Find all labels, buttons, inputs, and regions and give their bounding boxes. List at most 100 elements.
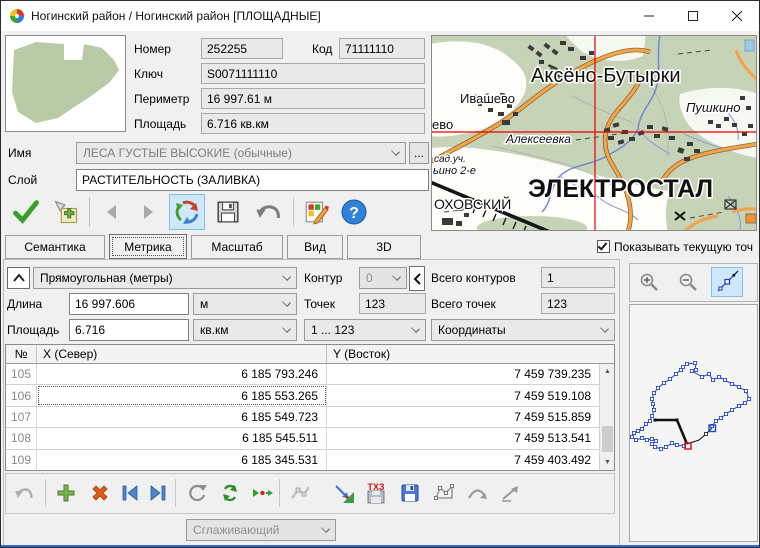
focused-cell[interactable]: 6 185 553.265 <box>37 385 327 405</box>
tochek-label: Точек <box>304 297 335 311</box>
smoothing-combobox[interactable]: Сглаживающий <box>186 519 336 541</box>
dlina-input[interactable]: 16 997.606 <box>69 293 189 315</box>
col-num[interactable]: № <box>6 345 37 363</box>
layer-field[interactable]: РАСТИТЕЛЬНОСТЬ (ЗАЛИВКА) <box>76 169 429 191</box>
table-scrollbar[interactable]: ▲ ▼ <box>599 364 614 470</box>
help-button[interactable]: ? <box>337 195 371 229</box>
browse-classifier-button[interactable]: ... <box>409 142 429 164</box>
tab-vid[interactable]: Вид <box>287 235 343 259</box>
dlina-unit-combobox[interactable]: м <box>193 293 297 315</box>
table-row[interactable]: 109 6 185 345.531 7 459 403.492 <box>6 450 599 470</box>
chevron-down-icon <box>392 272 401 281</box>
txz-label: ТХЗ <box>367 482 384 492</box>
next-object-button[interactable] <box>131 195 165 229</box>
undo-point-button[interactable] <box>11 480 37 506</box>
perimetr-field: 16 997.61 м <box>201 88 425 109</box>
refresh-metrics-button[interactable] <box>169 194 205 230</box>
zoom-in-button[interactable] <box>635 268 663 296</box>
kod-field: 71111110 <box>339 38 425 59</box>
total-points-field: 123 <box>541 293 615 314</box>
txz-save-button[interactable]: ТХЗ <box>363 480 389 506</box>
ploshchad-field: 6.716 кв.км <box>201 113 425 134</box>
tab-semantika[interactable]: Семантика <box>5 235 105 259</box>
titlebar: Ногинский район / Ногинский район [ПЛОЩА… <box>1 1 759 31</box>
polygon-nodes-button[interactable] <box>431 480 457 506</box>
continue-digitize-button[interactable] <box>249 480 275 506</box>
scroll-down-icon[interactable]: ▼ <box>600 455 615 470</box>
kontur-label: Контур <box>304 271 342 285</box>
first-point-button[interactable] <box>117 480 143 506</box>
collapse-panel-button[interactable] <box>7 267 30 289</box>
object-name-value: ЛЕСА ГУСТЫЕ ВЫСОКИЕ (обычные) <box>83 146 292 160</box>
edit-style-button[interactable] <box>299 195 333 229</box>
col-x[interactable]: X (Север) <box>37 345 327 363</box>
confirm-button[interactable] <box>9 195 43 229</box>
tab-metrika[interactable]: Метрика <box>109 234 187 259</box>
total-contours-label: Всего контуров <box>431 271 516 285</box>
reverse-direction-button[interactable] <box>217 480 243 506</box>
kontur-combobox[interactable]: 0 <box>359 267 407 289</box>
chevron-down-icon <box>282 324 291 333</box>
table-header: № X (Север) Y (Восток) <box>6 345 614 364</box>
map-label-akseno-butyrki: Аксёно-Бутырки <box>531 65 681 87</box>
save-points-button[interactable] <box>397 480 423 506</box>
area-label: Площадь <box>7 323 59 337</box>
create-object-button[interactable] <box>49 195 83 229</box>
map-label-alekseevka: Алексеевка <box>505 132 571 146</box>
total-contours-field: 1 <box>541 267 615 288</box>
close-button[interactable] <box>715 1 759 31</box>
coords-mode-combobox[interactable]: Координаты <box>431 319 615 341</box>
map-view[interactable]: Аксёно-Бутырки Ивашево ево Пушкино Алекс… <box>431 35 757 231</box>
scroll-thumb[interactable] <box>602 426 613 452</box>
map-label-sad-uch: сад.уч. <box>434 154 466 165</box>
nomer-field: 252255 <box>201 38 283 59</box>
table-row[interactable]: 105 6 185 793.246 7 459 739.235 <box>6 364 599 385</box>
object-shape-preview <box>5 35 126 132</box>
undo-button[interactable] <box>251 195 285 229</box>
add-point-button[interactable] <box>53 480 79 506</box>
last-point-button[interactable] <box>145 480 171 506</box>
minimize-button[interactable] <box>627 1 671 31</box>
tab-masshtab[interactable]: Масштаб <box>191 235 283 259</box>
map-label-okhovskiy: ОХОВСКИЙ <box>434 195 511 212</box>
maximize-button[interactable] <box>671 1 715 31</box>
zoom-out-button[interactable] <box>674 268 702 296</box>
col-y[interactable]: Y (Восток) <box>327 345 599 363</box>
map-label-ivashevo: Ивашево <box>460 91 515 106</box>
imya-label: Имя <box>8 146 31 160</box>
previous-object-button[interactable] <box>95 195 129 229</box>
svg-text:?: ? <box>349 205 359 222</box>
dlina-label: Длина <box>7 297 42 311</box>
kod-label: Код <box>312 42 332 56</box>
snap-close-button[interactable] <box>331 480 357 506</box>
projection-combobox[interactable]: Прямоугольная (метры) <box>33 267 297 289</box>
slope-line-button[interactable] <box>497 480 523 506</box>
map-label-pushkino: Пушкино <box>686 100 740 115</box>
chevron-down-icon <box>411 324 420 333</box>
point-range-combobox[interactable]: 1 ... 123 <box>304 319 426 341</box>
rotate-direction-button[interactable] <box>184 480 210 506</box>
contour-preview[interactable] <box>629 304 758 542</box>
map-label-ino-2e: ьино 2-е <box>433 165 476 177</box>
chevron-down-icon <box>600 324 609 333</box>
sloy-label: Слой <box>8 173 37 187</box>
object-name-combobox[interactable]: ЛЕСА ГУСТЫЕ ВЫСОКИЕ (обычные) <box>76 142 406 164</box>
polyline-mode-button[interactable] <box>711 267 743 297</box>
show-current-point-checkbox[interactable] <box>597 240 610 253</box>
scroll-up-icon[interactable]: ▲ <box>600 364 615 379</box>
tab-3d[interactable]: 3D <box>347 235 421 259</box>
window-bottom-accent <box>1 545 759 547</box>
chevron-down-icon <box>321 524 330 533</box>
save-button[interactable] <box>211 195 245 229</box>
table-row[interactable]: 108 6 185 545.511 7 459 513.541 <box>6 428 599 449</box>
table-row[interactable]: 107 6 185 549.723 7 459 515.859 <box>6 407 599 428</box>
spline-button[interactable] <box>287 480 313 506</box>
chevron-down-icon <box>391 147 400 156</box>
area-unit-combobox[interactable]: кв.км <box>193 319 297 341</box>
table-row-selected[interactable]: 106 6 185 553.265 7 459 519.108 <box>6 385 599 406</box>
prev-contour-button[interactable] <box>409 266 425 291</box>
smooth-arc-button[interactable] <box>464 480 490 506</box>
window-title: Ногинский район / Ногинский район [ПЛОЩА… <box>31 9 321 23</box>
area-input[interactable]: 6.716 <box>69 319 189 341</box>
delete-point-button[interactable] <box>87 480 113 506</box>
